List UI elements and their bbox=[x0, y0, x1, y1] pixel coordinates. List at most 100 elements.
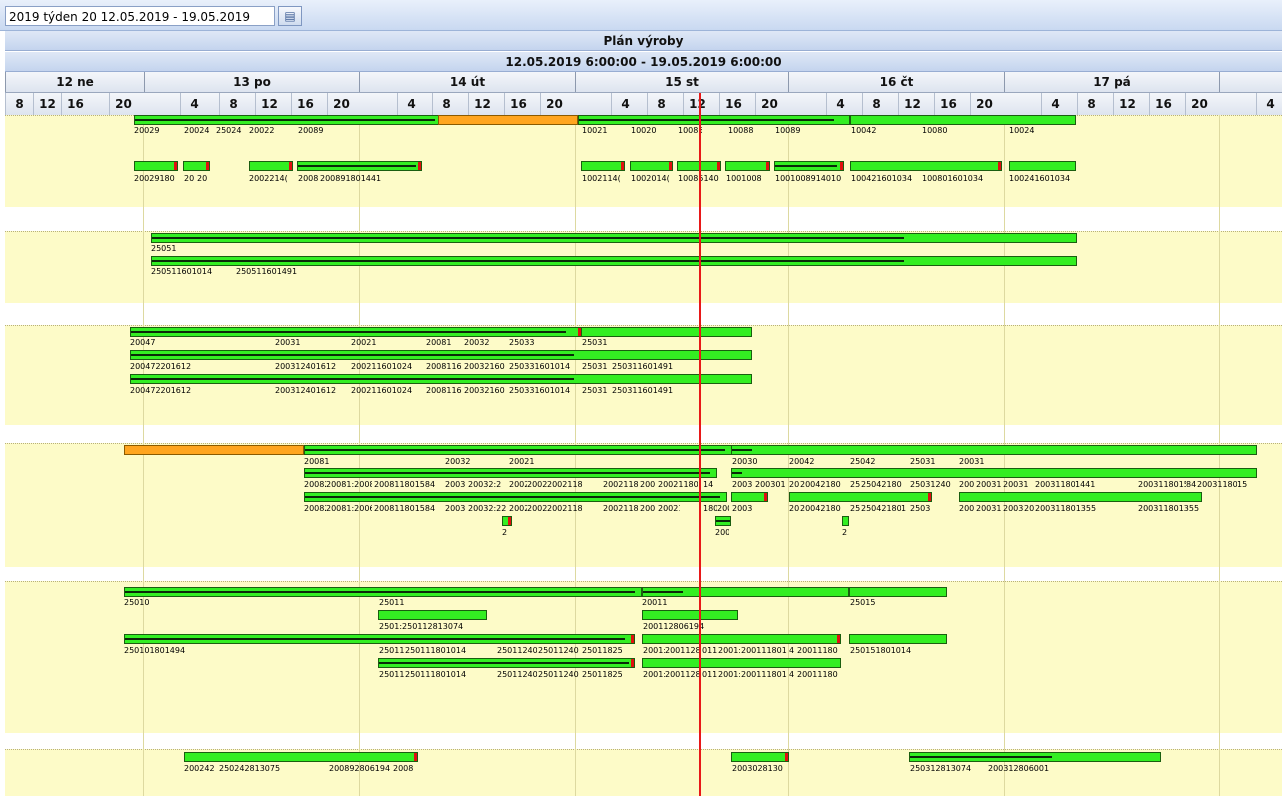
task-bar[interactable] bbox=[642, 658, 841, 668]
task-bar[interactable] bbox=[642, 634, 841, 644]
task-bar[interactable] bbox=[151, 256, 1077, 266]
task-label: 200 bbox=[715, 528, 729, 537]
task-bar[interactable] bbox=[850, 161, 1002, 171]
grid-line bbox=[1219, 115, 1220, 796]
task-label: 200472201612 bbox=[130, 362, 192, 371]
task-label: 25011 bbox=[379, 646, 405, 655]
task-bar[interactable] bbox=[849, 587, 947, 597]
task-bar[interactable] bbox=[183, 161, 210, 171]
task-bar[interactable] bbox=[124, 445, 304, 455]
task-label: 25042180 bbox=[861, 504, 901, 513]
task-bar[interactable] bbox=[184, 752, 418, 762]
grid-line bbox=[1004, 115, 1005, 796]
task-bar[interactable] bbox=[731, 752, 789, 762]
task-bar[interactable] bbox=[642, 610, 738, 620]
task-bar[interactable] bbox=[581, 161, 625, 171]
task-label: 20031 bbox=[275, 338, 301, 347]
task-bar[interactable] bbox=[850, 115, 1076, 125]
hour-cell: 12 bbox=[255, 93, 283, 115]
task-label: 25010 bbox=[124, 598, 150, 607]
task-label: 20031 bbox=[959, 457, 985, 466]
task-bar[interactable] bbox=[249, 161, 293, 171]
task-label: 1441 bbox=[1075, 480, 1096, 489]
task-label: 20011280 bbox=[665, 646, 699, 655]
task-bar[interactable] bbox=[642, 587, 849, 597]
task-bar[interactable] bbox=[378, 610, 487, 620]
task-label: 20031 bbox=[976, 504, 1002, 513]
task-bar[interactable] bbox=[581, 327, 752, 337]
task-bar[interactable] bbox=[731, 445, 1257, 455]
calendar-icon[interactable]: ▤ bbox=[278, 6, 302, 26]
task-label: 2001: bbox=[718, 670, 740, 679]
task-label: 200111801 bbox=[741, 646, 787, 655]
task-label: 10080 bbox=[922, 126, 948, 135]
task-bar[interactable] bbox=[134, 161, 178, 171]
task-label: 25031 bbox=[910, 457, 936, 466]
task-label: 20 bbox=[197, 174, 208, 183]
task-label: 2002 bbox=[509, 504, 527, 513]
task-bar[interactable] bbox=[502, 516, 512, 526]
task-label: 200311801355 bbox=[1138, 504, 1200, 513]
task-bar[interactable] bbox=[909, 752, 1161, 762]
task-label: 20022 bbox=[249, 126, 275, 135]
task-label: 250311601491 bbox=[612, 362, 674, 371]
task-bar[interactable] bbox=[304, 492, 727, 502]
task-bar[interactable] bbox=[130, 350, 752, 360]
grid-line bbox=[143, 115, 144, 796]
task-bar[interactable] bbox=[959, 492, 1202, 502]
task-label: 25031 bbox=[582, 362, 608, 371]
task-bar[interactable] bbox=[151, 233, 1077, 243]
task-bar[interactable] bbox=[438, 115, 578, 125]
day-header-cell: 12 ne bbox=[5, 72, 144, 92]
hour-cell: 20 bbox=[1185, 93, 1213, 115]
task-label: 200892806194 bbox=[329, 764, 391, 773]
task-label: 25011240 bbox=[538, 646, 579, 655]
task-label: 20021180 bbox=[603, 480, 639, 489]
hour-cell: 16 bbox=[291, 93, 319, 115]
task-label: 20029180 bbox=[134, 174, 175, 183]
task-label: 100421601034 bbox=[851, 174, 913, 183]
task-bar[interactable] bbox=[789, 492, 932, 502]
task-bar[interactable] bbox=[297, 161, 422, 171]
task-bar[interactable] bbox=[304, 468, 717, 478]
task-label: 2008 bbox=[298, 174, 319, 183]
task-bar[interactable] bbox=[1009, 161, 1076, 171]
task-label: 100801601034 bbox=[922, 174, 984, 183]
task-label: 10021 bbox=[582, 126, 608, 135]
task-bar[interactable] bbox=[731, 468, 1257, 478]
task-bar[interactable] bbox=[578, 115, 850, 125]
hour-cell: 20 bbox=[540, 93, 568, 115]
task-label: 25031 bbox=[582, 386, 608, 395]
week-select[interactable]: 2019 týden 20 12.05.2019 - 19.05.2019 bbox=[5, 6, 275, 26]
task-label: 20011180 bbox=[797, 670, 838, 679]
task-bar[interactable] bbox=[130, 374, 752, 384]
task-label: 4 bbox=[789, 670, 795, 679]
task-bar[interactable] bbox=[774, 161, 844, 171]
task-bar[interactable] bbox=[849, 634, 947, 644]
task-label: 25 bbox=[850, 504, 860, 513]
task-bar[interactable] bbox=[124, 634, 635, 644]
task-bar[interactable] bbox=[842, 516, 849, 526]
task-bar[interactable] bbox=[124, 587, 642, 597]
task-label: 25011825 bbox=[582, 670, 623, 679]
task-label: 200312401612 bbox=[275, 386, 337, 395]
task-bar[interactable] bbox=[378, 658, 635, 668]
current-time-line bbox=[699, 93, 701, 796]
task-label: 250511601014 bbox=[151, 267, 213, 276]
hour-cell: 20 bbox=[109, 93, 137, 115]
task-label: 25 bbox=[850, 480, 860, 489]
hour-cell: 12 bbox=[683, 93, 711, 115]
task-label: 2002 bbox=[509, 480, 527, 489]
day-header-cell: 17 pá bbox=[1004, 72, 1219, 92]
task-label: 20021180 bbox=[603, 504, 639, 513]
task-bar[interactable] bbox=[731, 492, 768, 502]
task-label: 20021 bbox=[658, 504, 680, 513]
task-bar[interactable] bbox=[725, 161, 770, 171]
task-bar[interactable] bbox=[630, 161, 673, 171]
task-bar[interactable] bbox=[134, 115, 439, 125]
task-label: 1001008914010 bbox=[775, 174, 842, 183]
task-bar[interactable] bbox=[715, 516, 731, 526]
task-bar[interactable] bbox=[130, 327, 582, 337]
task-label: 20031 bbox=[976, 480, 1002, 489]
task-bar[interactable] bbox=[304, 445, 732, 455]
